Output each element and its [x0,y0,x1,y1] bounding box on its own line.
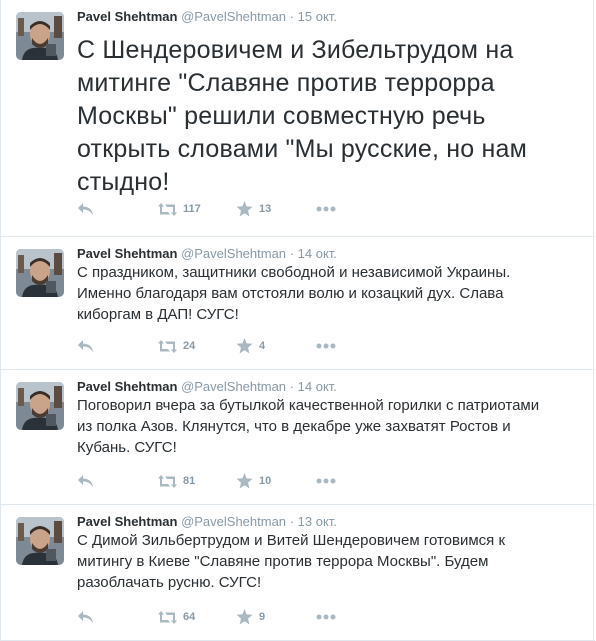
star-icon [236,201,253,217]
tweet-text: С Шендеровичем и Зибельтрудом на митинге… [77,36,528,196]
separator-dot: · [289,379,295,394]
avatar[interactable] [16,249,64,297]
retweet-button[interactable]: 24 [158,337,195,355]
tweet-header: Pavel Shehtman @PavelShehtman · 14 окт. [77,378,337,396]
username[interactable]: @PavelShehtman [181,9,286,24]
avatar[interactable] [16,382,64,430]
star-icon [236,338,253,354]
tweet-actions: 24 4 [77,337,377,355]
reply-button[interactable] [77,608,94,626]
tweet-text: С праздником, защитники свободной и неза… [77,264,511,323]
timestamp[interactable]: 13 окт. [298,514,337,529]
reply-button[interactable] [77,200,94,218]
fullname[interactable]: Pavel Shehtman [77,514,177,529]
username[interactable]: @PavelShehtman [181,514,286,529]
retweet-icon [158,202,177,216]
favorite-count: 4 [259,340,266,352]
reply-button[interactable] [77,472,94,490]
separator-dot: · [289,9,295,24]
retweet-button[interactable]: 81 [158,472,195,490]
favorite-button[interactable]: 9 [236,608,265,626]
timestamp[interactable]: 15 окт. [298,9,337,24]
retweet-icon [158,339,177,353]
retweet-button[interactable]: 117 [158,200,201,218]
reply-icon [78,475,93,487]
tweet-text: С Димой Зильбертрудом и Витей Шендерович… [77,532,506,591]
avatar[interactable] [16,12,64,60]
more-icon [316,614,336,620]
retweet-count: 117 [183,203,201,215]
more-button[interactable] [316,337,336,355]
tweet-header: Pavel Shehtman @PavelShehtman · 13 окт. [77,513,337,531]
retweet-count: 64 [183,611,196,623]
more-icon [316,343,336,349]
reply-icon [78,611,93,623]
more-icon [316,206,336,212]
favorite-count: 13 [259,203,272,215]
retweet-button[interactable]: 64 [158,608,195,626]
reply-icon [78,203,93,215]
more-button[interactable] [316,472,336,490]
favorite-count: 10 [259,475,272,487]
star-icon [236,609,253,625]
timestamp[interactable]: 14 окт. [298,246,337,261]
retweet-count: 81 [183,475,196,487]
tweet-header: Pavel Shehtman @PavelShehtman · 15 окт. [77,8,337,26]
fullname[interactable]: Pavel Shehtman [77,246,177,261]
retweet-count: 24 [183,340,196,352]
tweet-actions: 64 9 [77,608,377,626]
favorite-button[interactable]: 13 [236,200,271,218]
favorite-button[interactable]: 4 [236,337,265,355]
timestamp[interactable]: 14 окт. [298,379,337,394]
fullname[interactable]: Pavel Shehtman [77,9,177,24]
tweet-actions: 81 10 [77,472,377,490]
favorite-count: 9 [259,611,266,623]
tweet[interactable]: Pavel Shehtman @PavelShehtman · 13 окт. … [1,505,595,641]
tweet[interactable]: Pavel Shehtman @PavelShehtman · 14 окт. … [1,370,595,505]
tweet[interactable]: Pavel Shehtman @PavelShehtman · 15 окт. … [1,0,595,237]
tweet-timeline: Pavel Shehtman @PavelShehtman · 15 окт. … [0,0,595,641]
more-button[interactable] [316,200,336,218]
separator-dot: · [289,514,295,529]
reply-icon [78,340,93,352]
more-icon [316,478,336,484]
tweet-text: Поговорил вчера за бутылкой качественной… [77,397,540,456]
retweet-icon [158,474,177,488]
fullname[interactable]: Pavel Shehtman [77,379,177,394]
favorite-button[interactable]: 10 [236,472,271,490]
more-button[interactable] [316,608,336,626]
star-icon [236,473,253,489]
retweet-icon [158,610,177,624]
username[interactable]: @PavelShehtman [181,379,286,394]
tweet-actions: 117 13 [77,200,377,218]
tweet-header: Pavel Shehtman @PavelShehtman · 14 окт. [77,245,337,263]
reply-button[interactable] [77,337,94,355]
avatar[interactable] [16,517,64,565]
tweet[interactable]: Pavel Shehtman @PavelShehtman · 14 окт. … [1,237,595,370]
separator-dot: · [289,246,295,261]
username[interactable]: @PavelShehtman [181,246,286,261]
